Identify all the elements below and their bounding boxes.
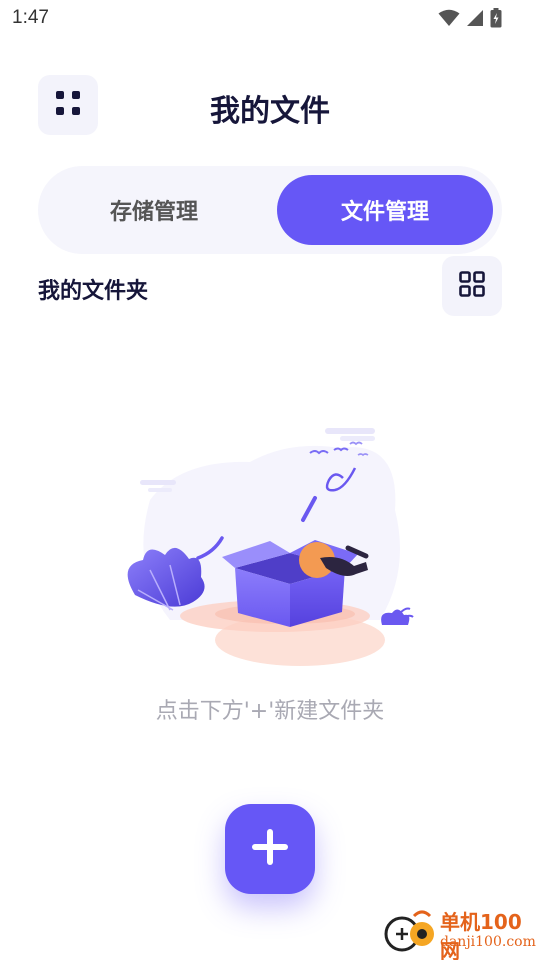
add-folder-button[interactable] xyxy=(225,804,315,894)
tab-storage-management[interactable]: 存储管理 xyxy=(38,175,270,245)
section-title: 我的文件夹 xyxy=(38,279,149,304)
wifi-icon xyxy=(438,9,460,27)
watermark-url: danji100.com xyxy=(440,934,536,950)
empty-hint: 点击下方'+'新建文件夹 xyxy=(155,699,385,724)
signal-icon xyxy=(466,9,484,27)
watermark-logo-icon xyxy=(384,908,438,956)
status-bar: 1:47 xyxy=(0,0,540,36)
page-title: 我的文件 xyxy=(210,94,330,129)
plus-icon xyxy=(250,827,290,871)
grid-view-icon xyxy=(459,271,485,301)
watermark: 单机100网 danji100.com xyxy=(384,902,536,960)
view-toggle-button[interactable] xyxy=(442,256,502,316)
empty-box-illustration xyxy=(110,420,430,680)
watermark-name: 单机100网 xyxy=(440,910,522,960)
tab-file-management[interactable]: 文件管理 xyxy=(277,175,493,245)
battery-icon xyxy=(490,8,502,28)
status-time: 1:47 xyxy=(12,7,49,28)
segmented-tabs: 存储管理 文件管理 xyxy=(38,166,502,254)
status-icons xyxy=(438,7,502,29)
